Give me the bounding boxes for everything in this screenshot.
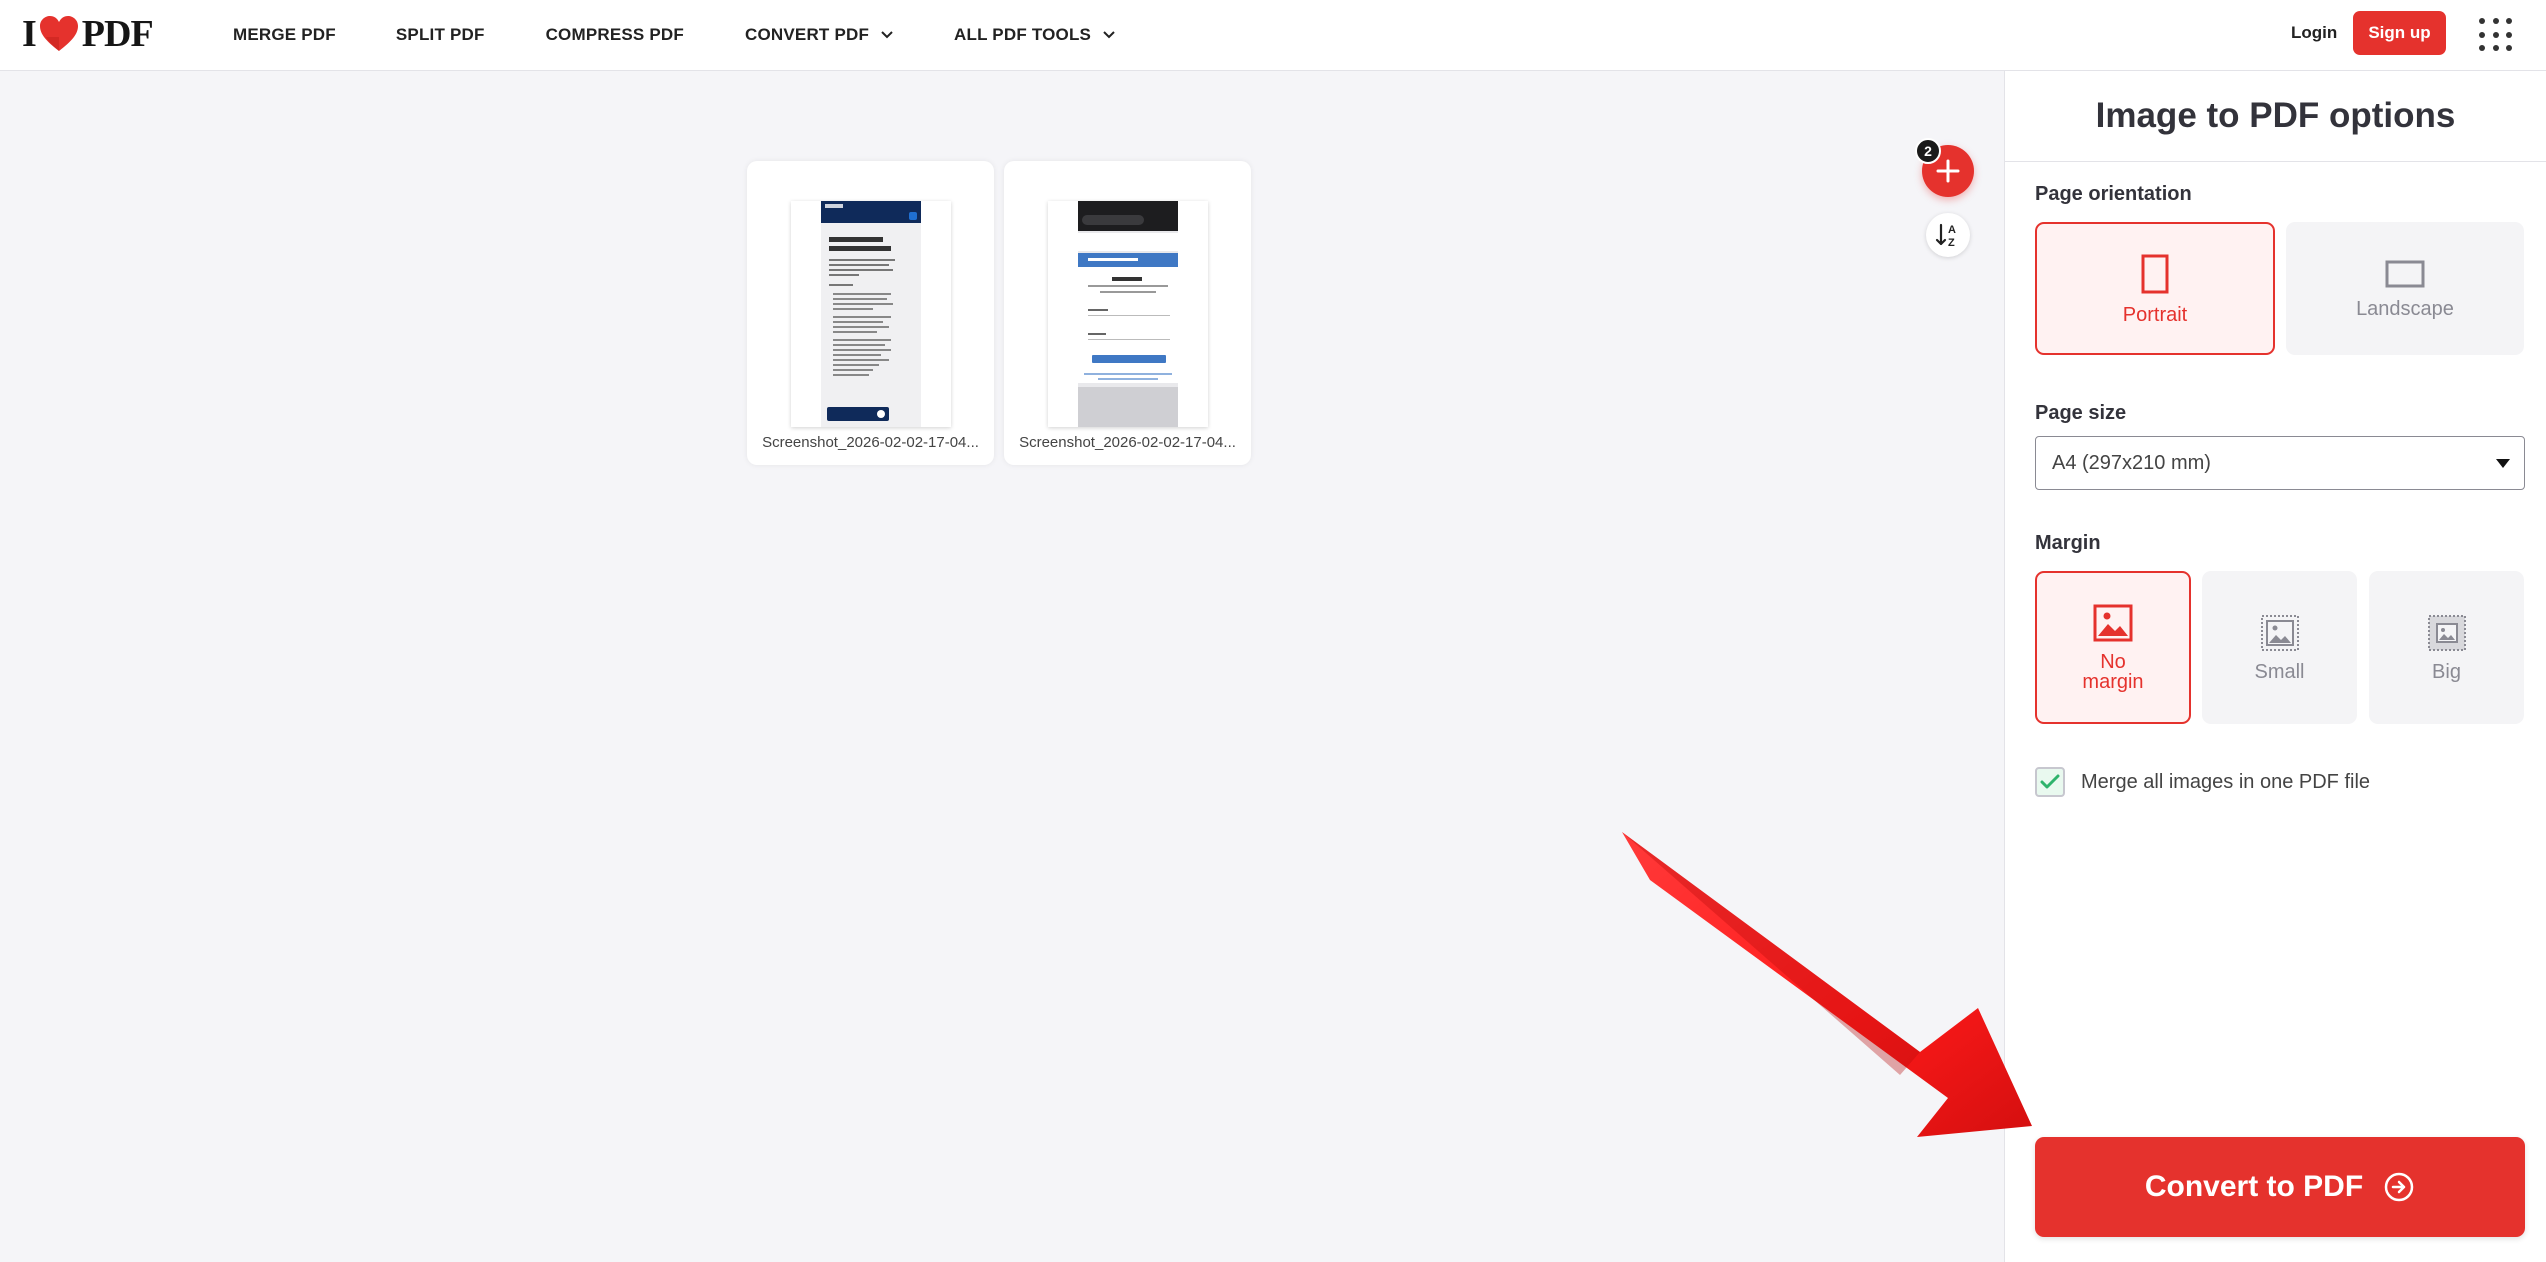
sort-button[interactable]: A Z <box>1926 213 1970 257</box>
image-icon <box>2093 604 2133 641</box>
page-size-value: A4 (297x210 mm) <box>2052 451 2211 474</box>
file-count-badge: 2 <box>1915 138 1941 164</box>
chevron-down-icon <box>1103 31 1115 39</box>
svg-text:Z: Z <box>1948 237 1955 249</box>
sidebar-title: Image to PDF options <box>2095 96 2456 135</box>
signup-button[interactable]: Sign up <box>2353 11 2446 55</box>
nav-split-pdf[interactable]: SPLIT PDF <box>396 25 485 45</box>
convert-to-pdf-button[interactable]: Convert to PDF <box>2035 1137 2525 1237</box>
convert-button-label: Convert to PDF <box>2144 1170 2364 1203</box>
nav-convert-pdf[interactable]: CONVERT PDF <box>745 25 893 45</box>
portrait-icon <box>2141 254 2169 293</box>
apps-grid-icon[interactable] <box>2479 18 2513 52</box>
phone-screenshot-thumbnail <box>791 201 951 427</box>
top-navbar: I PDF MERGE PDF SPLIT PDF COMPRESS PDF C… <box>0 0 2546 71</box>
nav-label: CONVERT PDF <box>745 25 870 44</box>
file-name: Screenshot_2026-02-02-17-04... <box>1019 434 1236 451</box>
page-size-label: Page size <box>2035 402 2127 424</box>
option-label: No margin <box>2082 650 2144 693</box>
sort-az-icon: A Z <box>1935 223 1956 249</box>
heart-icon <box>39 16 78 51</box>
logo-text-pdf: PDF <box>81 13 154 55</box>
nav-compress-pdf[interactable]: COMPRESS PDF <box>546 25 684 45</box>
file-card[interactable]: Screenshot_2026-02-02-17-04... <box>747 161 994 465</box>
image-small-margin-icon <box>2260 614 2299 651</box>
file-name: Screenshot_2026-02-02-17-04... <box>762 434 979 451</box>
nav-label: SPLIT PDF <box>395 25 485 44</box>
nav-label: ALL PDF TOOLS <box>954 25 1092 44</box>
option-label: Landscape <box>2356 297 2454 320</box>
margin-label: Margin <box>2035 532 2101 554</box>
logo-text-i: I <box>22 13 37 55</box>
nav-label: COMPRESS PDF <box>545 25 684 44</box>
landscape-icon <box>2385 260 2425 287</box>
option-label: Portrait <box>2122 303 2188 326</box>
divider <box>2005 161 2546 162</box>
image-big-margin-icon <box>2427 614 2466 651</box>
nav-merge-pdf[interactable]: MERGE PDF <box>233 25 336 45</box>
orientation-landscape-option[interactable]: Landscape <box>2286 222 2524 355</box>
margin-none-option[interactable]: No margin <box>2035 571 2191 724</box>
login-link[interactable]: Login <box>2291 23 2337 43</box>
plus-icon <box>1936 159 1960 183</box>
main-nav: MERGE PDF SPLIT PDF COMPRESS PDF CONVERT… <box>233 0 1115 70</box>
arrow-circle-right-icon <box>2384 1172 2414 1202</box>
option-label: Small <box>2254 660 2305 683</box>
svg-text:A: A <box>1948 224 1956 236</box>
nav-all-pdf-tools[interactable]: ALL PDF TOOLS <box>954 25 1115 45</box>
phone-screenshot-thumbnail <box>1048 201 1208 427</box>
margin-small-option[interactable]: Small <box>2202 571 2357 724</box>
merge-checkbox[interactable] <box>2035 767 2065 797</box>
page-orientation-label: Page orientation <box>2035 183 2192 205</box>
ilovepdf-logo[interactable]: I PDF <box>22 13 154 55</box>
checkmark-icon <box>2040 774 2060 789</box>
chevron-down-icon <box>881 31 893 39</box>
orientation-portrait-option[interactable]: Portrait <box>2035 222 2275 355</box>
merge-checkbox-label[interactable]: Merge all images in one PDF file <box>2081 771 2370 794</box>
nav-label: MERGE PDF <box>233 25 336 44</box>
file-card[interactable]: Screenshot_2026-02-02-17-04... <box>1004 161 1251 465</box>
option-label: Big <box>2432 660 2461 683</box>
margin-big-option[interactable]: Big <box>2369 571 2524 724</box>
caret-down-icon <box>2496 459 2510 468</box>
page-size-select[interactable]: A4 (297x210 mm) <box>2035 436 2525 490</box>
